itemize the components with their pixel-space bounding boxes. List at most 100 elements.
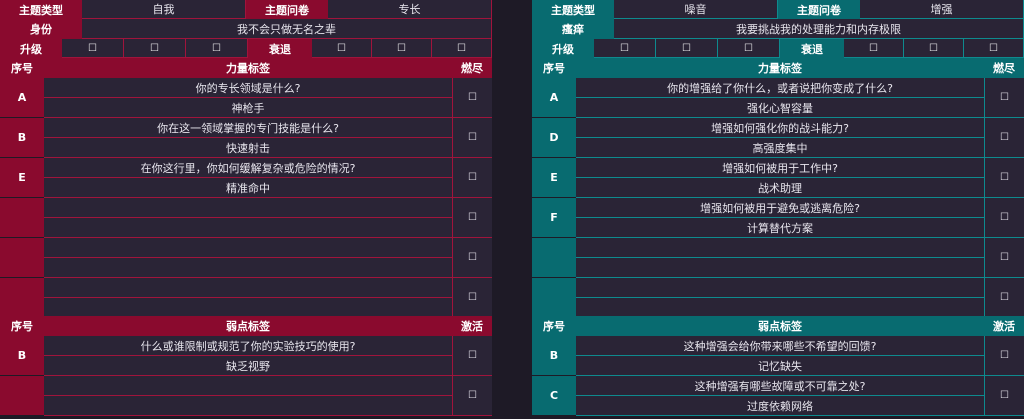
decline-checkbox[interactable]: ☐	[312, 39, 372, 58]
upgrade-checkbox[interactable]: ☐	[656, 39, 718, 58]
tag-answer[interactable]	[44, 258, 452, 278]
tag-question	[44, 238, 452, 258]
tag-id: B	[0, 336, 44, 376]
tag-question-answer: 增强如何强化你的战斗能力? 高强度集中	[576, 118, 984, 158]
upgrade-checkbox[interactable]: ☐	[124, 39, 186, 58]
tag-id: A	[532, 78, 576, 118]
power-checkbox[interactable]: ☐	[984, 158, 1024, 198]
tag-question-answer	[576, 238, 984, 278]
power-tag-row: D 增强如何强化你的战斗能力? 高强度集中 ☐	[532, 118, 1024, 158]
decline-checkbox[interactable]: ☐	[372, 39, 432, 58]
power-checkbox[interactable]: ☐	[984, 118, 1024, 158]
tag-answer[interactable]: 精准命中	[44, 178, 452, 198]
power-tag-row: ☐	[0, 278, 492, 318]
tag-question	[576, 278, 984, 298]
tag-id	[532, 238, 576, 278]
right-theme-card: 主题类型 噪音 主题问卷 增强 瘙痒 我要挑战我的处理能力和内存极限 升级 ☐ ☐ ☐ 衰退 ☐ ☐ ☐ 序…	[532, 0, 1024, 419]
tag-question: 你在这一领域掌握的专门技能是什么?	[44, 118, 452, 138]
theme-question-label: 主题问卷	[246, 0, 328, 19]
tag-id: D	[532, 118, 576, 158]
upgrade-checkbox[interactable]: ☐	[718, 39, 780, 58]
tag-question: 你的增强给了你什么，或者说把你变成了什么?	[576, 78, 984, 98]
identity-row: 瘙痒 我要挑战我的处理能力和内存极限	[532, 19, 1024, 39]
tag-question: 什么或谁限制或规范了你的实验技巧的使用?	[44, 336, 452, 356]
power-checkbox[interactable]: ☐	[452, 198, 492, 238]
theme-question-value[interactable]: 增强	[860, 0, 1024, 19]
progress-row: 升级 ☐ ☐ ☐ 衰退 ☐ ☐ ☐	[0, 39, 492, 58]
tag-answer[interactable]: 缺乏视野	[44, 356, 452, 376]
power-tag-row: A 你的专长领域是什么? 神枪手 ☐	[0, 78, 492, 118]
theme-question-value[interactable]: 专长	[328, 0, 492, 19]
tag-id: F	[532, 198, 576, 238]
power-tag-row: ☐	[0, 238, 492, 278]
power-checkbox[interactable]: ☐	[984, 238, 1024, 278]
power-checkbox[interactable]: ☐	[452, 278, 492, 318]
power-checkbox[interactable]: ☐	[452, 238, 492, 278]
weakness-checkbox[interactable]: ☐	[984, 336, 1024, 376]
tag-id: E	[532, 158, 576, 198]
tag-answer[interactable]: 计算替代方案	[576, 218, 984, 238]
tag-answer[interactable]: 快速射击	[44, 138, 452, 158]
tag-question: 增强如何被用于避免或逃离危险?	[576, 198, 984, 218]
tag-answer[interactable]: 战术助理	[576, 178, 984, 198]
tag-answer[interactable]	[44, 396, 452, 416]
power-checkbox[interactable]: ☐	[984, 198, 1024, 238]
tag-question: 你的专长领域是什么?	[44, 78, 452, 98]
power-checkbox[interactable]: ☐	[452, 158, 492, 198]
tag-id: E	[0, 158, 44, 198]
tag-answer[interactable]: 神枪手	[44, 98, 452, 118]
power-checkbox[interactable]: ☐	[984, 278, 1024, 318]
identity-value[interactable]: 我不会只做无名之辈	[82, 19, 492, 39]
tag-answer[interactable]: 高强度集中	[576, 138, 984, 158]
tag-answer[interactable]	[44, 298, 452, 318]
tag-answer[interactable]	[576, 258, 984, 278]
burn-column-header: 燃尽	[452, 58, 492, 78]
theme-row: 主题类型 噪音 主题问卷 增强	[532, 0, 1024, 19]
upgrade-checkbox[interactable]: ☐	[62, 39, 124, 58]
weakness-tag-row: ☐	[0, 376, 492, 416]
theme-type-value[interactable]: 自我	[82, 0, 246, 19]
tag-question-answer: 增强如何被用于工作中? 战术助理	[576, 158, 984, 198]
decline-label: 衰退	[248, 39, 312, 58]
tag-answer[interactable]: 强化心智容量	[576, 98, 984, 118]
weakness-checkbox[interactable]: ☐	[984, 376, 1024, 416]
tag-question: 增强如何强化你的战斗能力?	[576, 118, 984, 138]
weakness-tag-row: B 什么或谁限制或规范了你的实验技巧的使用? 缺乏视野 ☐	[0, 336, 492, 376]
tag-question-answer	[44, 376, 452, 416]
identity-value[interactable]: 我要挑战我的处理能力和内存极限	[614, 19, 1024, 39]
tag-answer[interactable]	[44, 218, 452, 238]
upgrade-checkbox[interactable]: ☐	[186, 39, 248, 58]
weakness-tag-row: B 这种增强会给你带来哪些不希望的回馈? 记忆缺失 ☐	[532, 336, 1024, 376]
tag-question	[576, 238, 984, 258]
section-header-power: 序号 力量标签 燃尽	[0, 58, 492, 78]
weakness-checkbox[interactable]: ☐	[452, 376, 492, 416]
power-checkbox[interactable]: ☐	[452, 78, 492, 118]
upgrade-checkbox[interactable]: ☐	[594, 39, 656, 58]
tag-column-header: 力量标签	[44, 58, 452, 78]
power-tag-row: F 增强如何被用于避免或逃离危险? 计算替代方案 ☐	[532, 198, 1024, 238]
tag-id	[532, 278, 576, 318]
decline-label: 衰退	[780, 39, 844, 58]
tag-answer[interactable]: 记忆缺失	[576, 356, 984, 376]
tag-id: B	[0, 118, 44, 158]
tag-question-answer: 这种增强有哪些故障或不可靠之处? 过度依赖网络	[576, 376, 984, 416]
tag-question-answer: 你的增强给了你什么，或者说把你变成了什么? 强化心智容量	[576, 78, 984, 118]
id-column-header: 序号	[0, 316, 44, 336]
upgrade-label: 升级	[0, 39, 62, 58]
decline-checkbox[interactable]: ☐	[844, 39, 904, 58]
tag-question	[44, 198, 452, 218]
tag-answer[interactable]: 过度依赖网络	[576, 396, 984, 416]
burn-column-header: 激活	[984, 316, 1024, 336]
theme-type-value[interactable]: 噪音	[614, 0, 778, 19]
decline-checkbox[interactable]: ☐	[904, 39, 964, 58]
power-checkbox[interactable]: ☐	[452, 118, 492, 158]
theme-type-label: 主题类型	[532, 0, 614, 19]
tag-answer[interactable]	[576, 298, 984, 318]
decline-checkbox[interactable]: ☐	[964, 39, 1024, 58]
weakness-checkbox[interactable]: ☐	[452, 336, 492, 376]
tag-question	[44, 278, 452, 298]
id-column-header: 序号	[0, 58, 44, 78]
tag-id	[0, 278, 44, 318]
decline-checkbox[interactable]: ☐	[432, 39, 492, 58]
power-checkbox[interactable]: ☐	[984, 78, 1024, 118]
